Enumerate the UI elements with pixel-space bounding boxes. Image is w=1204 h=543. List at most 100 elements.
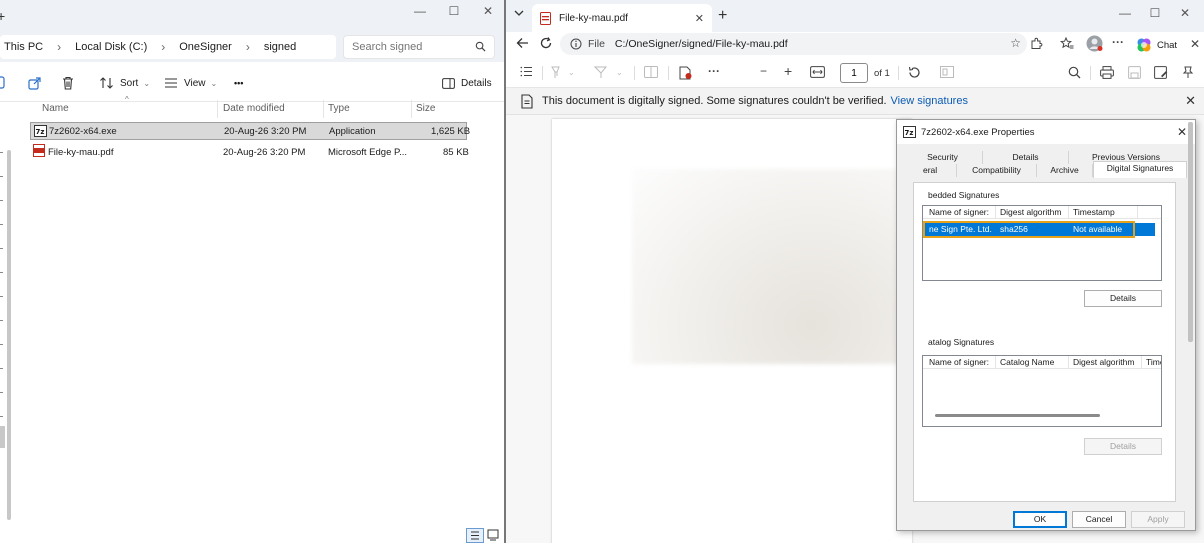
url-scheme-label: File [588,38,605,50]
zoom-out-icon[interactable]: − [760,64,767,78]
close-tab-icon[interactable]: ✕ [695,12,704,25]
tab-actions-chevron-icon[interactable] [514,9,524,20]
file-row-pdf[interactable]: File-ky-mau.pdf 20-Aug-26 3:20 PM Micros… [30,143,469,161]
save-as-icon[interactable] [1154,66,1168,82]
minimize-icon[interactable]: — [1110,6,1140,20]
tiles-view-button[interactable] [487,529,499,543]
favorites-icon[interactable] [1059,36,1074,53]
copy-button[interactable] [0,74,12,92]
refresh-icon[interactable] [540,37,552,52]
cat-col-catalog-name[interactable]: Catalog Name [1000,357,1054,367]
pin-toolbar-icon[interactable] [1182,66,1194,82]
find-icon[interactable] [1068,66,1081,82]
emb-col-digest[interactable]: Digest algorithm [1000,207,1061,217]
breadcrumb-this-pc[interactable]: This PC [0,41,47,53]
embedded-signatures-list[interactable]: Name of signer: Digest algorithm Timesta… [922,205,1162,281]
pdf-scrollbar[interactable] [1196,123,1201,533]
info-icon[interactable] [570,38,582,50]
settings-more-icon[interactable]: ··· [1112,35,1124,49]
breadcrumb-local-disk[interactable]: Local Disk (C:) [71,41,151,53]
close-icon[interactable]: ✕ [1170,6,1200,20]
tab-security[interactable]: Security [903,151,983,164]
url-text[interactable]: C:/OneSigner/signed/File-ky-mau.pdf [615,38,788,50]
two-page-icon[interactable] [940,66,954,81]
close-icon[interactable]: ✕ [1177,125,1187,139]
pdf-tab-icon [540,11,551,25]
page-number-input[interactable] [840,63,868,83]
apply-button[interactable]: Apply [1131,511,1185,528]
file-name: File-ky-mau.pdf [48,146,114,158]
favorite-star-icon[interactable]: ☆ [1010,36,1021,50]
add-signature-icon[interactable] [678,66,692,83]
pdf-page[interactable] [552,119,932,543]
cancel-button[interactable]: Cancel [1072,511,1126,528]
dialog-vertical-scrollbar[interactable] [1188,122,1193,342]
page-count-label: of 1 [874,68,890,79]
file-row-7z-exe[interactable]: 7z 7z2602-x64.exe 20-Aug-26 3:20 PM Appl… [30,122,470,140]
zoom-in-icon[interactable]: + [784,63,792,79]
ok-button[interactable]: OK [1013,511,1067,528]
share-button[interactable] [28,74,48,92]
search-icon[interactable] [475,41,486,52]
sort-button[interactable]: Sort ⌄ [100,74,150,92]
back-icon[interactable] [516,37,529,52]
cat-col-timestamp[interactable]: Time [1146,357,1161,367]
breadcrumb[interactable]: This PC › Local Disk (C:) › OneSigner › … [0,35,336,59]
draw-icon[interactable] [593,66,608,82]
maximize-icon[interactable]: ☐ [436,0,472,24]
chevron-down-icon[interactable]: ⌄ [568,68,575,77]
tab-digital-signatures[interactable]: Digital Signatures [1093,161,1187,178]
details-pane-button[interactable]: Details [442,74,492,92]
catalog-details-button[interactable]: Details [1084,438,1162,455]
highlight-icon[interactable] [550,66,564,82]
extensions-icon[interactable] [1030,37,1043,53]
tab-general[interactable]: eral [903,164,957,177]
new-tab-icon[interactable]: + [0,8,5,24]
catalog-signatures-list[interactable]: Name of signer: Catalog Name Digest algo… [922,355,1162,427]
catalog-signatures-label: atalog Signatures [928,337,995,347]
redacted-content-blur [632,169,932,364]
search-box[interactable] [343,35,495,59]
emb-col-signer[interactable]: Name of signer: [929,207,989,217]
fit-to-width-icon[interactable] [810,66,825,81]
rotate-icon[interactable] [908,66,921,82]
close-infobar-icon[interactable]: ✕ [1185,93,1196,109]
new-tab-icon[interactable]: + [718,7,727,25]
close-sidebar-icon[interactable]: ✕ [1190,37,1200,51]
signature-warning-icon [521,93,533,109]
column-name[interactable]: Name [38,100,218,118]
minimize-icon[interactable]: — [402,0,438,24]
view-button[interactable]: View ⌄ [164,74,217,92]
column-size[interactable]: Size [412,100,470,118]
catalog-h-scrollbar[interactable] [935,414,1100,417]
breadcrumb-onesigner[interactable]: OneSigner [175,41,236,53]
print-icon[interactable] [1100,66,1114,82]
delete-button[interactable] [62,74,80,92]
contents-icon[interactable] [520,66,533,80]
breadcrumb-signed[interactable]: signed [260,41,300,53]
copilot-chat-button[interactable]: Chat [1136,37,1177,53]
view-signatures-link[interactable]: View signatures [891,95,968,107]
more-tools-icon[interactable]: ··· [708,64,720,78]
maximize-icon[interactable]: ☐ [1140,6,1170,20]
tab-archive[interactable]: Archive [1037,164,1093,177]
cat-col-digest[interactable]: Digest algorithm [1073,357,1134,367]
navigation-scrollbar[interactable] [7,150,11,520]
address-bar[interactable]: File C:/OneSigner/signed/File-ky-mau.pdf… [560,33,1027,55]
emb-col-timestamp[interactable]: Timestamp [1073,207,1115,217]
close-icon[interactable]: ✕ [470,0,504,24]
more-options-button[interactable]: ••• [234,74,243,92]
page-view-icon[interactable] [644,66,658,81]
profile-avatar[interactable] [1086,35,1103,55]
save-icon[interactable] [1128,66,1141,82]
cat-col-signer[interactable]: Name of signer: [929,357,989,367]
tab-details[interactable]: Details [983,151,1069,164]
tab-compatibility[interactable]: Compatibility [957,164,1037,177]
tab-file-ky-mau[interactable]: File-ky-mau.pdf ✕ [532,4,712,32]
details-button[interactable]: Details [1084,290,1162,307]
chevron-down-icon[interactable]: ⌄ [616,68,623,77]
column-date-modified[interactable]: Date modified [219,100,324,118]
search-input[interactable] [352,40,472,54]
column-type[interactable]: Type [324,100,412,118]
details-view-button[interactable] [466,528,484,543]
